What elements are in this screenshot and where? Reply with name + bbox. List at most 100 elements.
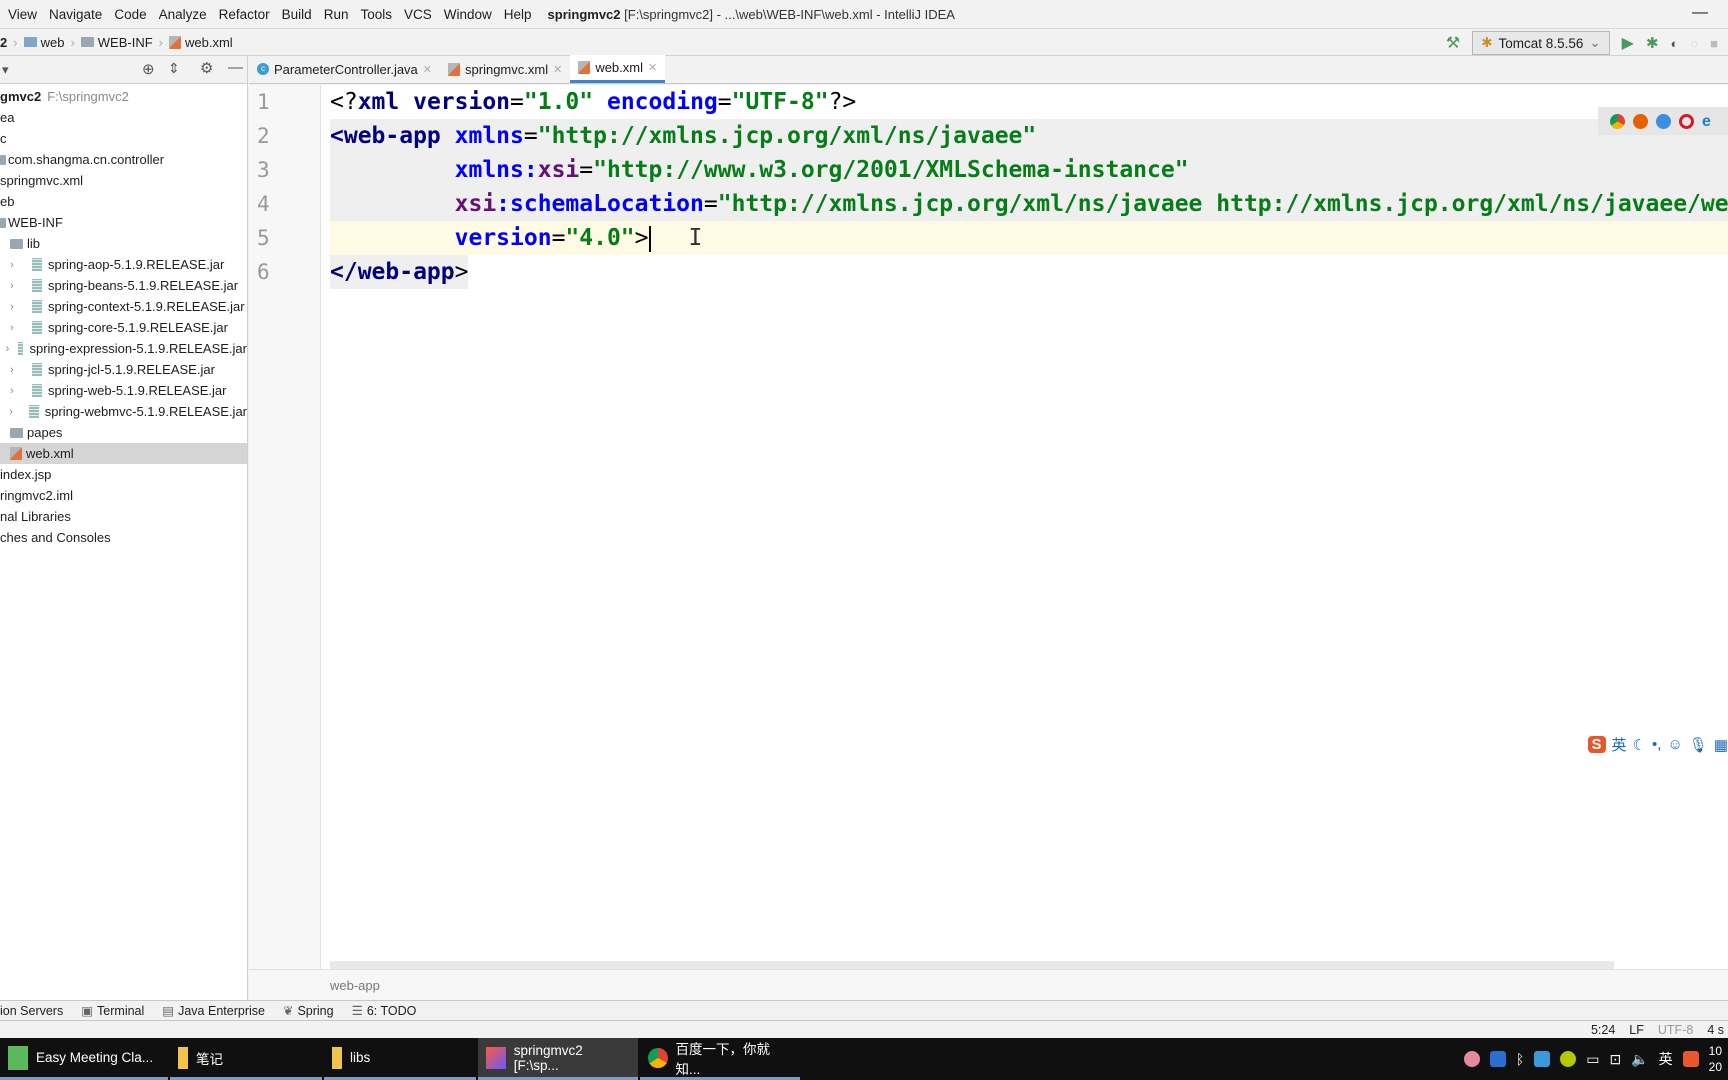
chevron-right-icon[interactable]: › [10,259,24,271]
tray-plus-icon[interactable] [1560,1051,1577,1067]
tree-item[interactable]: › spring-context-5.1.9.RELEASE.jar [0,296,247,317]
hide-icon[interactable]: — [228,59,243,76]
sogou-icon[interactable]: S [1587,736,1606,753]
code-editor[interactable]: 1 2 3 4 5 6 <?xml version="1.0" encoding="UTF… [249,85,1728,969]
tab-web-xml[interactable]: web.xml ✕ [570,55,666,83]
tray-w-icon[interactable] [1489,1051,1506,1067]
safari-icon[interactable] [1656,113,1671,129]
network-icon[interactable]: ⊡ [1609,1051,1621,1068]
task-notes-folder[interactable]: 笔记 [170,1038,322,1080]
crumb-web-inf[interactable]: WEB-INF [80,35,153,50]
breadcrumb-web-app[interactable]: web-app [330,978,380,993]
emoji-icon[interactable]: ☺ [1667,736,1682,753]
stop-icon[interactable]: ■ [1710,36,1718,51]
tool-todo[interactable]: ☰ 6: TODO [352,1003,417,1018]
menu-navigate[interactable]: Navigate [49,7,102,22]
tree-item[interactable]: lib [0,233,247,254]
ie-icon[interactable]: e [1702,113,1717,129]
menu-help[interactable]: Help [504,7,532,22]
crumb-project[interactable]: 2 [0,35,7,50]
chevron-right-icon[interactable]: › [6,343,14,355]
chevron-right-icon[interactable]: › [10,322,24,334]
tree-item[interactable]: web.xml [0,443,247,464]
keyboard-icon[interactable]: ▦ [1714,736,1728,754]
input-language[interactable]: 英 [1659,1049,1673,1069]
tray-flower-icon[interactable] [1463,1051,1480,1067]
tree-item[interactable]: ea [0,107,247,128]
ime-language[interactable]: 英 [1612,734,1627,755]
tree-item[interactable]: › spring-webmvc-5.1.9.RELEASE.jar [0,401,247,422]
locate-icon[interactable]: ⊕ [142,60,155,78]
tree-item[interactable]: papes [0,422,247,443]
menu-vcs[interactable]: VCS [404,7,432,22]
crumb-web-xml[interactable]: web.xml [169,35,233,50]
tree-item[interactable]: index.jsp [0,464,247,485]
chevron-right-icon[interactable]: › [10,385,24,397]
task-easy-meeting[interactable]: Easy Meeting Cla... [0,1038,168,1080]
tree-item[interactable]: ches and Consoles [0,527,247,548]
clock[interactable]: 10 20 [1709,1043,1722,1075]
crumb-web[interactable]: web [23,35,64,50]
tree-item[interactable]: nal Libraries [0,506,247,527]
task-intellij[interactable]: springmvc2 [F:\sp... [478,1038,638,1080]
chevron-down-icon[interactable]: ▾ [2,62,9,78]
task-chrome[interactable]: 百度一下，你就知... [640,1038,800,1080]
tree-item[interactable]: › spring-aop-5.1.9.RELEASE.jar [0,254,247,275]
menu-refactor[interactable]: Refactor [219,7,270,22]
run-configuration-select[interactable]: ✱ Tomcat 8.5.56 ⌄ [1472,31,1610,55]
tab-springmvc-xml[interactable]: springmvc.xml ✕ [440,55,570,83]
file-encoding[interactable]: UTF-8 [1658,1023,1693,1037]
debug-icon[interactable]: ✱ [1646,34,1659,52]
menu-build[interactable]: Build [282,7,312,22]
tray-app-icon[interactable] [1534,1051,1551,1067]
bluetooth-icon[interactable]: ᛒ [1516,1051,1524,1067]
tree-item[interactable]: springmvc.xml [0,170,247,191]
minimize-button[interactable]: — [1692,4,1708,22]
tree-item[interactable]: › spring-expression-5.1.9.RELEASE.jar [0,338,247,359]
tree-item[interactable]: com.shangma.cn.controller [0,149,247,170]
tree-item[interactable]: › spring-web-5.1.9.RELEASE.jar [0,380,247,401]
tool-spring[interactable]: ❦ Spring [283,1003,334,1018]
mic-icon[interactable]: 🎙 [1689,736,1708,754]
close-icon[interactable]: ✕ [553,63,562,76]
indent[interactable]: 4 s [1707,1023,1724,1037]
menu-tools[interactable]: Tools [360,7,392,22]
tab-parametercontroller[interactable]: c ParameterController.java ✕ [249,55,440,83]
menu-view[interactable]: View [8,7,37,22]
menu-window[interactable]: Window [444,7,492,22]
tool-terminal[interactable]: ▣ Terminal [81,1003,144,1018]
tree-item[interactable]: c [0,128,247,149]
volume-icon[interactable]: 🔈 [1631,1051,1648,1068]
build-hammer-icon[interactable]: ⚒ [1446,33,1460,53]
chevron-right-icon[interactable]: › [10,301,24,313]
menu-code[interactable]: Code [114,7,146,22]
chevron-right-icon[interactable]: › [10,280,24,292]
close-icon[interactable]: ✕ [648,61,657,74]
chevron-right-icon[interactable]: › [10,364,24,376]
tree-item[interactable]: › spring-jcl-5.1.9.RELEASE.jar [0,359,247,380]
tool-app-servers[interactable]: ion Servers [0,1004,63,1018]
moon-icon[interactable]: ☾ [1633,736,1646,754]
close-icon[interactable]: ✕ [423,63,432,76]
battery-icon[interactable]: ▭ [1586,1051,1599,1068]
chrome-icon[interactable] [1610,113,1625,129]
menu-run[interactable]: Run [324,7,349,22]
sogou-icon[interactable] [1682,1051,1699,1067]
caret-position[interactable]: 5:24 [1591,1023,1615,1037]
tree-item[interactable]: eb [0,191,247,212]
menu-analyze[interactable]: Analyze [159,7,207,22]
coverage-icon[interactable]: ◐ [1671,36,1679,51]
gear-icon[interactable]: ⚙ [200,59,213,77]
chevron-right-icon[interactable]: › [9,406,22,418]
collapse-icon[interactable]: ⇕ [168,60,180,77]
firefox-icon[interactable] [1633,113,1648,129]
tree-item[interactable]: ringmvc2.iml [0,485,247,506]
run-icon[interactable]: ▶ [1622,33,1634,53]
tree-item[interactable]: › spring-beans-5.1.9.RELEASE.jar [0,275,247,296]
profile-icon[interactable]: ◌ [1690,36,1698,51]
line-separator[interactable]: LF [1629,1023,1644,1037]
horizontal-scrollbar[interactable] [330,961,1614,969]
punctuation-icon[interactable]: •, [1652,736,1661,753]
tool-java-enterprise[interactable]: ▤ Java Enterprise [162,1003,265,1018]
tree-item[interactable]: WEB-INF [0,212,247,233]
